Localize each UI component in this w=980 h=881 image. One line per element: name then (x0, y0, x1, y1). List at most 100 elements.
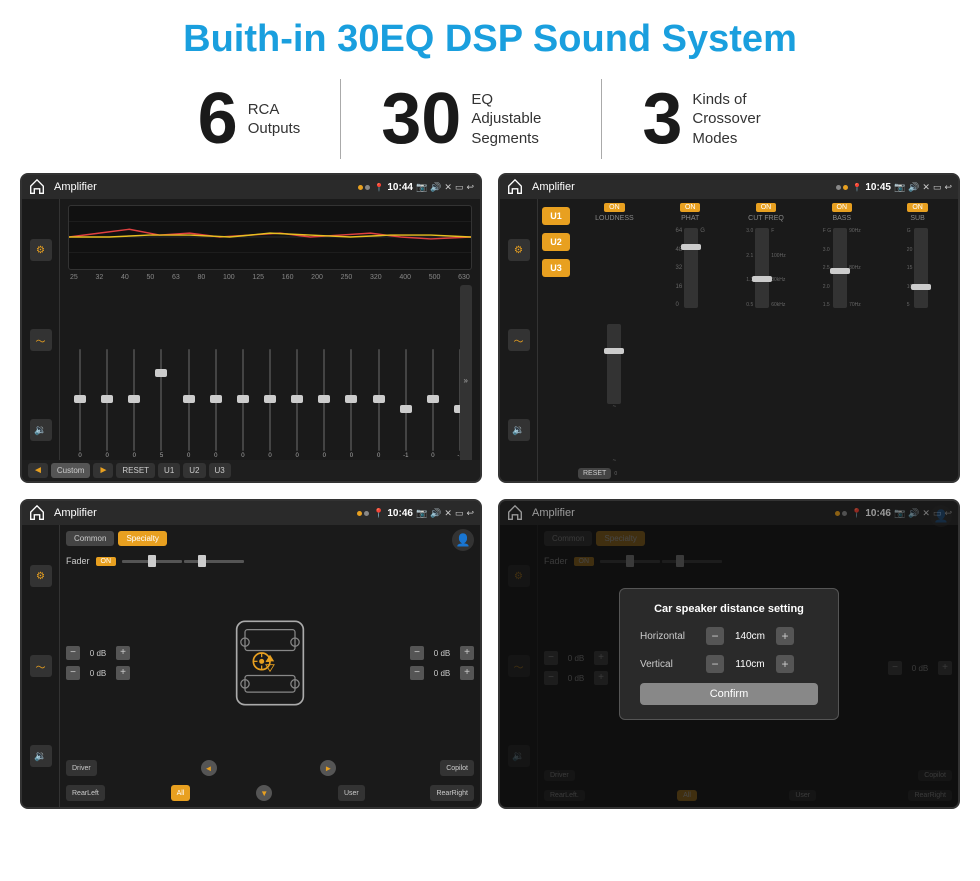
speaker-icon-2[interactable]: 🔉 (508, 419, 530, 441)
eq-more-button[interactable]: » (460, 285, 472, 475)
home-icon-3[interactable] (28, 504, 46, 522)
filter-icon-3[interactable]: ⚙ (30, 565, 52, 587)
stat-crossover: 3 Kinds of Crossover Modes (602, 83, 822, 155)
eq-slider-12[interactable]: 0 (367, 349, 391, 459)
fader-status-icons: 📍 10:46 📷 🔊 ✕ ▭ ↩ (373, 508, 474, 519)
eq-slider-8[interactable]: 0 (258, 349, 282, 459)
crossover-reset-button[interactable]: RESET (578, 468, 611, 479)
eq-speaker-icon[interactable]: 🔉 (30, 419, 52, 441)
nav-left-button[interactable]: ◄ (201, 760, 217, 776)
eq-slider-6[interactable]: 0 (204, 349, 228, 459)
vertical-value: 110cm (730, 659, 770, 670)
vertical-minus-button[interactable]: − (706, 655, 724, 673)
eq-prev-button[interactable]: ◄ (28, 463, 48, 478)
home-icon-2[interactable] (506, 178, 524, 196)
confirm-button[interactable]: Confirm (640, 683, 818, 705)
fader-main-area: 👤 Common Specialty Fader ON (60, 525, 480, 807)
sub-label: SUB (910, 215, 924, 222)
eq-slider-11[interactable]: 0 (339, 349, 363, 459)
bass-slider[interactable] (833, 228, 847, 308)
eq-slider-10[interactable]: 0 (312, 349, 336, 459)
eq-screen-title: Amplifier (54, 181, 354, 193)
cutfreq-slider[interactable] (755, 228, 769, 308)
eq-play-button[interactable]: ► (93, 463, 113, 478)
u3-button[interactable]: U3 (542, 259, 570, 277)
wave-icon-3[interactable]: 〜 (30, 655, 52, 677)
eq-content: ⚙ 〜 🔉 (22, 199, 480, 481)
page-title: Buith-in 30EQ DSP Sound System (0, 0, 980, 71)
eq-slider-7[interactable]: 0 (231, 349, 255, 459)
fl-minus-button[interactable]: − (66, 646, 80, 660)
nav-down-button[interactable]: ▼ (256, 785, 272, 801)
user-button[interactable]: User (338, 785, 365, 801)
nav-right-button[interactable]: ► (320, 760, 336, 776)
rl-plus-button[interactable]: + (116, 666, 130, 680)
home-icon[interactable] (28, 178, 46, 196)
crossover-reset-row: RESET 0 (578, 468, 954, 479)
u1-button[interactable]: U1 (542, 207, 570, 225)
eq-status-icons: 📍 10:44 📷 🔊 ✕ ▭ ↩ (374, 182, 474, 193)
filter-icon-2[interactable]: ⚙ (508, 239, 530, 261)
u2-button[interactable]: U2 (542, 233, 570, 251)
fader-body: − 0 dB + − 0 dB + (66, 576, 474, 750)
speaker-icon-3[interactable]: 🔉 (30, 745, 52, 767)
front-right-vol: − 0 dB + (410, 646, 474, 660)
eq-u1-button[interactable]: U1 (158, 463, 180, 478)
bass-control: ON BASS F G3.02.52.01.5 90Hz80Hz70Hz (805, 203, 878, 464)
fader-tabs-row: Common Specialty (66, 531, 474, 546)
sub-on-btn[interactable]: ON (907, 203, 928, 212)
eq-slider-2[interactable]: 0 (95, 349, 119, 459)
eq-filter-icon[interactable]: ⚙ (30, 239, 52, 261)
screen-fader: Amplifier 📍 10:46 📷 🔊 ✕ ▭ ↩ ⚙ 〜 🔉 (20, 499, 482, 809)
fader-header-row: Fader ON (66, 556, 474, 566)
cutfreq-control: ON CUT FREQ 3.02.11.30.5 F100Hz80kHz60kH… (730, 203, 803, 464)
phat-on-btn[interactable]: ON (680, 203, 701, 212)
eq-custom-button[interactable]: Custom (51, 463, 91, 478)
sub-slider[interactable] (914, 228, 928, 308)
rearright-button[interactable]: RearRight (430, 785, 474, 801)
specialty-tab[interactable]: Specialty (118, 531, 166, 546)
fr-plus-button[interactable]: + (460, 646, 474, 660)
loc-icon-2: 📍 (852, 183, 862, 192)
eq-slider-9[interactable]: 0 (285, 349, 309, 459)
rr-minus-button[interactable]: − (410, 666, 424, 680)
fr-minus-button[interactable]: − (410, 646, 424, 660)
camera-icon-2: 📷 (894, 182, 905, 193)
fader-screen-title: Amplifier (54, 507, 353, 519)
fader-on-button[interactable]: ON (96, 557, 117, 566)
eq-main-area: 2532405063 80100125160200 25032040050063… (60, 199, 480, 481)
loudness-on-btn[interactable]: ON (604, 203, 625, 212)
eq-slider-14[interactable]: 0 (421, 349, 445, 459)
stat-number-3: 3 (642, 83, 682, 155)
common-tab[interactable]: Common (66, 531, 114, 546)
eq-slider-3[interactable]: 0 (122, 349, 146, 459)
stat-rca: 6 RCA Outputs (158, 83, 341, 155)
eq-slider-5[interactable]: 0 (177, 349, 201, 459)
rr-plus-button[interactable]: + (460, 666, 474, 680)
copilot-button[interactable]: Copilot (440, 760, 474, 776)
wave-icon-2[interactable]: 〜 (508, 329, 530, 351)
horizontal-minus-button[interactable]: − (706, 627, 724, 645)
horizontal-plus-button[interactable]: + (776, 627, 794, 645)
eq-slider-13[interactable]: -1 (394, 349, 418, 459)
phat-slider[interactable] (684, 228, 698, 308)
rearleft-button[interactable]: RearLeft (66, 785, 105, 801)
eq-u2-button[interactable]: U2 (183, 463, 205, 478)
eq-u3-button[interactable]: U3 (209, 463, 231, 478)
rl-minus-button[interactable]: − (66, 666, 80, 680)
horizontal-label: Horizontal (640, 631, 700, 642)
cutfreq-on-btn[interactable]: ON (756, 203, 777, 212)
driver-button[interactable]: Driver (66, 760, 97, 776)
window-icon: ▭ (455, 182, 464, 193)
fl-plus-button[interactable]: + (116, 646, 130, 660)
eq-bottom-buttons: ◄ Custom ► RESET U1 U2 U3 (22, 460, 480, 481)
vertical-plus-button[interactable]: + (776, 655, 794, 673)
screen-crossover: Amplifier 📍 10:45 📷 🔊 ✕ ▭ ↩ ⚙ 〜 🔉 U1 (498, 173, 960, 483)
eq-reset-button[interactable]: RESET (116, 463, 155, 478)
all-button[interactable]: All (171, 785, 191, 801)
loudness-slider[interactable] (607, 324, 621, 404)
eq-slider-1[interactable]: 0 (68, 349, 92, 459)
bass-on-btn[interactable]: ON (832, 203, 853, 212)
eq-wave-icon[interactable]: 〜 (30, 329, 52, 351)
eq-slider-4[interactable]: 5 (149, 349, 173, 459)
